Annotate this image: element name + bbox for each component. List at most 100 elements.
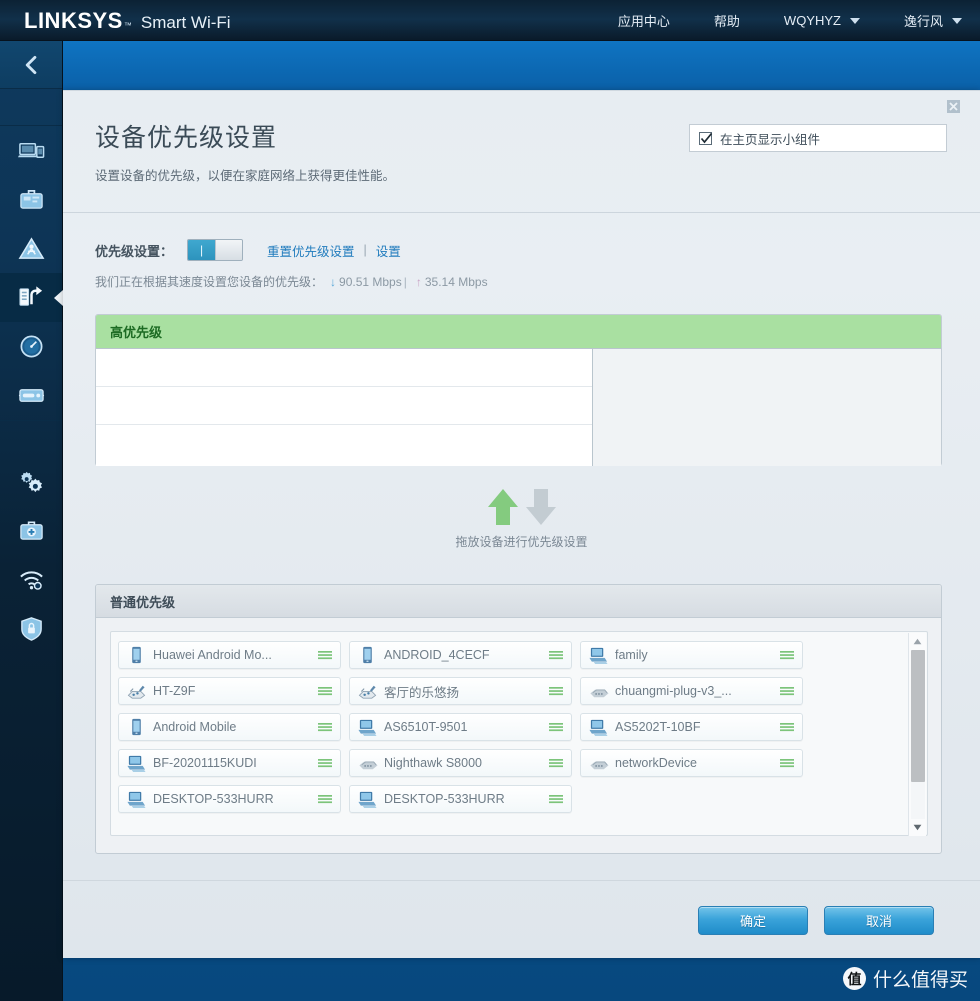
device-name: DESKTOP-533HURR [153,792,274,806]
sidebar-item-media-prioritization[interactable] [0,273,62,322]
drag-grip-icon[interactable] [779,721,795,733]
page-subtitle: 设置设备的优先级，以便在家庭网络上获得更佳性能。 [95,169,396,183]
high-priority-slot[interactable] [96,387,592,425]
device-prioritization-dialog: 设备优先级设置 设置设备的优先级，以便在家庭网络上获得更佳性能。 在主页显示小组… [63,90,980,958]
high-priority-slot[interactable] [96,349,592,387]
gears-icon [20,471,42,493]
nav-account[interactable]: 逸行风 [904,11,962,30]
reset-priority-link[interactable]: 重置优先级设置 [267,241,355,260]
priority-settings-row: 优先级设置： | 重置优先级设置 | 设置 [95,239,401,261]
device-list-scrollbar[interactable] [908,633,926,836]
computer-icon [127,755,146,772]
nav-account-label: 逸行风 [903,14,943,29]
drag-hint-text: 拖放设备进行优先级设置 [455,535,588,549]
sidebar-group-lower [0,420,62,653]
high-priority-slot[interactable] [96,425,592,463]
high-priority-bandwidth-area [593,349,941,466]
top-navigation: 应用中心 帮助 WQYHYZ 逸行风 [574,0,962,41]
high-priority-header: 高优先级 [96,315,941,349]
device-item[interactable]: networkDevice [580,749,803,777]
sidebar-item-security[interactable] [0,604,62,653]
drag-grip-icon[interactable] [779,685,795,697]
ok-button[interactable]: 确定 [698,905,808,935]
device-item[interactable]: DESKTOP-533HURR [349,785,572,813]
computer-icon [127,791,146,808]
scrollbar-track[interactable] [910,650,925,819]
speed-test-gauge-icon [20,335,42,358]
drag-grip-icon[interactable] [548,685,564,697]
drag-hint: 拖放设备进行优先级设置 [63,486,980,550]
sidebar-item-speed-test[interactable] [0,322,62,371]
drag-grip-icon[interactable] [317,721,333,733]
scroll-up-button[interactable] [910,633,926,650]
sidebar-item-troubleshooting[interactable] [0,506,62,555]
sidebar-item-connectivity[interactable] [0,457,62,506]
high-priority-slots[interactable] [96,349,593,466]
drag-grip-icon[interactable] [779,757,795,769]
device-name: Huawei Android Mo... [153,648,272,662]
normal-priority-header: 普通优先级 [96,585,941,618]
nav-network[interactable]: WQYHYZ [784,13,860,28]
device-item[interactable]: HT-Z9F [118,677,341,705]
drag-grip-icon[interactable] [548,793,564,805]
scroll-down-button[interactable] [910,819,926,836]
drag-grip-icon[interactable] [317,685,333,697]
nav-app-center[interactable]: 应用中心 [618,11,670,30]
app-root: LINKSYS ™ Smart Wi-Fi 应用中心 帮助 WQYHYZ 逸行风 [0,0,980,1001]
device-name: AS6510T-9501 [384,720,468,734]
left-sidebar [0,41,63,1001]
device-item[interactable]: DESKTOP-533HURR [118,785,341,813]
device-name: AS5202T-10BF [615,720,701,734]
drag-grip-icon[interactable] [317,649,333,661]
close-icon[interactable] [947,100,960,113]
device-list-container: Huawei Android Mo... ANDROID_4CECF family H… [110,631,928,836]
device-item[interactable]: BF-20201115KUDI [118,749,341,777]
device-item[interactable]: Huawei Android Mo... [118,641,341,669]
home-widget-label: 在主页显示小组件 [720,132,821,147]
device-item[interactable]: ANDROID_4CECF [349,641,572,669]
drag-grip-icon[interactable] [317,757,333,769]
settings-link[interactable]: 设置 [376,241,401,260]
home-widget-checkbox[interactable] [699,131,713,145]
normal-priority-body: Huawei Android Mo... ANDROID_4CECF family H… [96,618,941,853]
drag-grip-icon[interactable] [779,649,795,661]
drag-grip-icon[interactable] [548,721,564,733]
parental-controls-icon [19,189,43,209]
sidebar-item-guest-access[interactable] [0,224,62,273]
computer-icon [358,791,377,808]
sidebar-item-external-storage[interactable] [0,371,62,420]
chevron-left-icon [25,55,36,74]
device-item[interactable]: chuangmi-plug-v3_... [580,677,803,705]
cancel-button[interactable]: 取消 [824,905,934,935]
device-item[interactable]: AS6510T-9501 [349,713,572,741]
chevron-down-icon [849,17,860,24]
drag-arrows [484,486,560,528]
computer-icon [358,719,377,736]
high-priority-panel[interactable]: 高优先级 [95,314,942,466]
device-item[interactable]: Android Mobile [118,713,341,741]
priority-toggle[interactable]: | [187,239,244,261]
scrollbar-thumb[interactable] [910,650,925,782]
home-widget-checkbox-row[interactable]: 在主页显示小组件 [689,124,947,152]
device-name: BF-20201115KUDI [153,756,257,770]
drag-grip-icon[interactable] [548,649,564,661]
sidebar-back-button[interactable] [0,41,62,88]
device-item[interactable]: family [580,641,803,669]
nav-help[interactable]: 帮助 [714,11,740,30]
drag-grip-icon[interactable] [548,757,564,769]
sidebar-item-device-list[interactable] [0,126,62,175]
scroll-up-icon [913,638,922,645]
guest-access-warning-icon [18,237,44,259]
normal-priority-panel: 普通优先级 Huawei Android Mo... ANDROID_4CECF f… [95,584,942,854]
sidebar-item-parental-controls[interactable] [0,175,62,224]
speed-prefix: 我们正在根据其速度设置您设备的优先级： [95,275,324,289]
sidebar-item-wireless[interactable] [0,555,62,604]
device-item[interactable]: 客厅的乐悠扬 [349,677,572,705]
device-item[interactable]: AS5202T-10BF [580,713,803,741]
device-item[interactable]: Nighthawk S8000 [349,749,572,777]
external-storage-icon [18,389,44,402]
device-name: family [615,648,648,662]
brand-trademark: ™ [123,21,132,30]
computer-icon [589,719,608,736]
drag-grip-icon[interactable] [317,793,333,805]
